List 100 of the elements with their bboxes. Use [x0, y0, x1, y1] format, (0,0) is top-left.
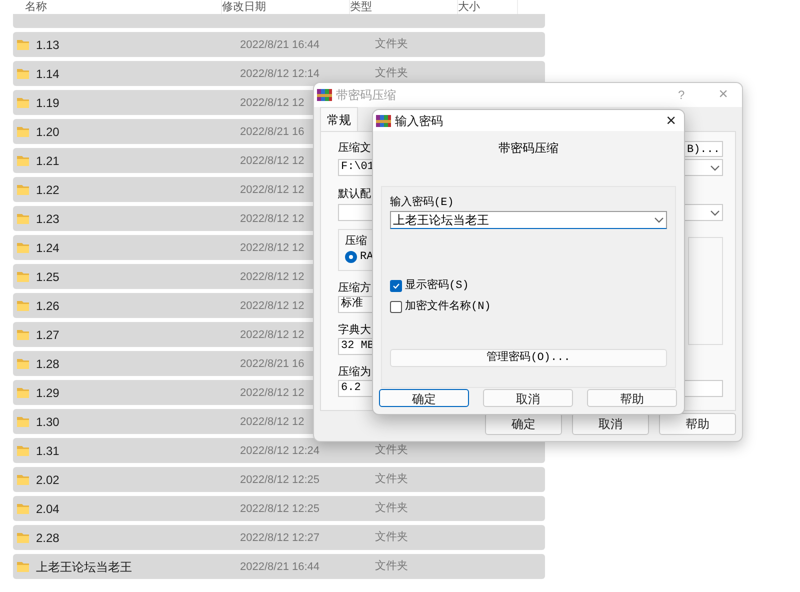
stacked-books-icon [317, 88, 332, 102]
folder-icon [16, 531, 30, 544]
window-title: 带密码压缩 [336, 87, 396, 104]
folder-icon [16, 183, 30, 196]
modified-date: 2022/8/12 12:24 [240, 445, 320, 458]
folder-icon [16, 67, 30, 80]
file-name: 2.04 [36, 500, 60, 518]
file-name: 1.14 [36, 66, 60, 82]
dialog-button[interactable]: 取消 [572, 413, 649, 435]
chevron-down-icon [710, 210, 720, 216]
password-field[interactable]: 上老王论坛当老王 [390, 211, 667, 229]
modified-date: 2022/8/12 12 [240, 329, 304, 342]
folder-icon [16, 386, 30, 399]
modified-date: 2022/8/12 12 [240, 97, 304, 110]
file-row[interactable]: 1.13 2022/8/21 16:44 文件夹 [13, 32, 545, 57]
file-type: 文件夹 [375, 530, 408, 546]
modified-date: 2022/8/12 12 [240, 155, 304, 168]
modified-date: 2022/8/12 12 [240, 300, 304, 312]
chevron-down-icon [654, 217, 664, 223]
file-row[interactable]: 1.14 2022/8/12 12:14 文件夹 [13, 61, 545, 86]
file-name: 1.24 [36, 240, 60, 256]
modified-date: 2022/8/12 12 [240, 271, 304, 284]
column-title[interactable]: 类型 [350, 0, 372, 13]
folder-icon [16, 328, 30, 341]
modified-date: 2022/8/21 16:44 [240, 39, 320, 52]
file-type: 文件夹 [375, 36, 408, 52]
modified-date: 2022/8/21 16:44 [240, 561, 320, 574]
modified-date: 2022/8/12 12:27 [240, 532, 320, 544]
modified-date: 2022/8/12 12 [240, 213, 304, 226]
file-name: 2.28 [36, 530, 60, 546]
browse-button[interactable]: B)... [684, 140, 723, 156]
radio-button[interactable] [345, 251, 357, 264]
group-label: 压缩 [345, 234, 367, 249]
file-name: 1.21 [36, 152, 60, 170]
file-row[interactable]: 1.31 2022/8/12 12:24 文件夹 [13, 438, 545, 463]
folder-icon [16, 125, 30, 138]
modified-date: 2022/8/12 12 [240, 184, 304, 196]
file-name: 1.31 [36, 442, 60, 460]
folder-icon [16, 415, 30, 428]
column-title[interactable]: 名称 [25, 0, 47, 13]
file-name: 1.23 [36, 210, 60, 228]
field-label: 字典大 [338, 322, 371, 338]
dialog-button[interactable]: 确定 [485, 413, 562, 435]
file-row[interactable]: 2.02 2022/8/12 12:25 文件夹 [13, 467, 545, 492]
folder-icon [16, 444, 30, 457]
file-name: 1.22 [36, 182, 60, 198]
dialog-button[interactable]: 帮助 [587, 389, 677, 407]
modified-date: 2022/8/12 12 [240, 387, 304, 400]
file-name: 1.30 [36, 414, 60, 430]
folder-icon [16, 357, 30, 370]
checkbox-label: 加密文件名称(N) [405, 298, 491, 314]
file-row[interactable]: 2.28 2022/8/12 12:27 文件夹 [13, 525, 545, 550]
dialog-button[interactable]: 确定 [379, 389, 469, 407]
modified-date: 2022/8/12 12:14 [240, 68, 320, 80]
dialog-button[interactable]: 取消 [483, 389, 573, 407]
folder-icon [16, 270, 30, 283]
file-name: 1.27 [36, 326, 60, 344]
file-name: 1.19 [36, 94, 60, 112]
file-name: 2.02 [36, 472, 60, 488]
folder-icon [16, 560, 30, 573]
folder-icon [16, 38, 30, 51]
file-type: 文件夹 [375, 66, 408, 82]
file-row[interactable]: 2.04 2022/8/12 12:25 文件夹 [13, 496, 545, 521]
close-button[interactable]: × [666, 110, 676, 134]
modified-date: 2022/8/12 12:25 [240, 503, 320, 516]
file-name: 1.26 [36, 298, 60, 314]
modified-date: 2022/8/12 12 [240, 242, 304, 254]
folder-icon [16, 473, 30, 486]
checkbox[interactable] [390, 280, 402, 292]
chevron-down-icon [710, 164, 720, 170]
file-type: 文件夹 [375, 558, 408, 574]
manage-passwords-button[interactable]: 管理密码(O)... [390, 349, 667, 367]
file-name: 1.13 [36, 36, 60, 54]
file-row[interactable]: 上老王论坛当老王 2022/8/21 16:44 文件夹 [13, 554, 545, 579]
modified-date: 2022/8/21 16 [240, 358, 304, 370]
folder-icon [16, 96, 30, 109]
modified-date: 2022/8/12 12:25 [240, 474, 320, 486]
file-name: 1.25 [36, 268, 60, 286]
folder-icon [16, 241, 30, 254]
file-name: 上老王论坛当老王 [36, 558, 132, 576]
column-title[interactable]: 修改日期 [222, 0, 266, 13]
field-label: 默认配 [338, 187, 371, 202]
tab[interactable]: 常规 [320, 107, 358, 131]
file-type: 文件夹 [375, 442, 408, 458]
folder-icon [16, 212, 30, 225]
stacked-books-icon [376, 114, 391, 128]
modified-date: 2022/8/21 16 [240, 126, 304, 138]
modified-date: 2022/8/12 12 [240, 416, 304, 428]
folder-icon [16, 502, 30, 515]
file-name: 1.20 [36, 124, 60, 140]
folder-icon [16, 154, 30, 167]
file-type: 文件夹 [375, 472, 408, 488]
checkbox[interactable] [390, 300, 402, 313]
dialog-button[interactable]: 帮助 [659, 413, 736, 435]
column-title[interactable]: 大小 [458, 0, 480, 13]
folder-icon [16, 299, 30, 312]
file-name: 1.28 [36, 356, 60, 372]
file-type: 文件夹 [375, 500, 408, 516]
checkmark-icon [392, 282, 400, 290]
file-name: 1.29 [36, 384, 60, 402]
